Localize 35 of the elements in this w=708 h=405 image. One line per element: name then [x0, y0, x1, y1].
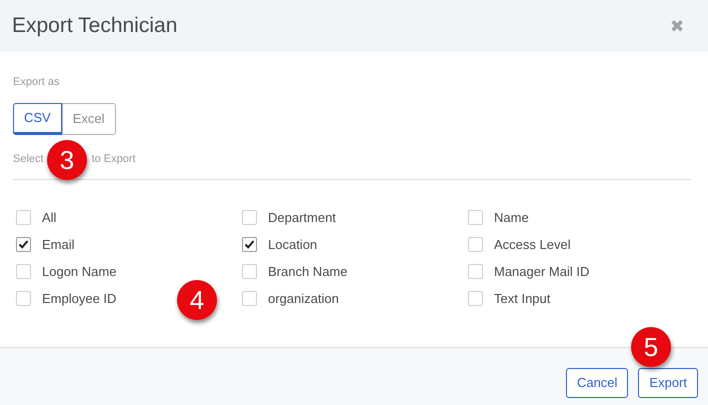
field-label: Email: [42, 236, 75, 254]
checkbox[interactable]: [242, 210, 257, 225]
format-tab[interactable]: Excel: [62, 102, 116, 134]
checkbox[interactable]: [468, 210, 483, 225]
format-tab[interactable]: CSV: [13, 102, 62, 134]
field-label: organization: [268, 290, 339, 308]
field-label: Access Level: [494, 236, 571, 254]
field-label: Manager Mail ID: [494, 262, 590, 281]
dialog-button[interactable]: Cancel: [566, 368, 628, 398]
step-badge: 5: [631, 327, 671, 367]
field-label: Location: [268, 236, 318, 254]
checkbox[interactable]: [468, 291, 483, 306]
step-badge: 4: [177, 280, 217, 320]
dialog-title: Export Technician: [12, 13, 178, 40]
field-label: All: [42, 208, 56, 227]
section-label: to Export: [92, 152, 136, 166]
field-label: Name: [494, 208, 529, 227]
field-label: Department: [268, 208, 336, 227]
checkbox[interactable]: [468, 237, 483, 252]
checkbox[interactable]: [16, 291, 31, 306]
checkbox[interactable]: [242, 291, 257, 306]
checkbox[interactable]: [468, 264, 483, 279]
section-label: Select: [13, 152, 44, 166]
field-label: Text Input: [494, 290, 550, 308]
checkbox[interactable]: [16, 264, 31, 279]
field-label: Branch Name: [268, 262, 348, 281]
dialog-button[interactable]: Export: [638, 368, 698, 398]
checkbox[interactable]: [16, 237, 31, 252]
field-label: Employee ID: [42, 290, 116, 308]
step-badge: 3: [47, 140, 87, 180]
checkbox[interactable]: [242, 264, 257, 279]
checkbox[interactable]: [16, 210, 31, 225]
export-as-label: Export as: [13, 75, 60, 90]
field-label: Logon Name: [42, 262, 116, 281]
checkbox[interactable]: [242, 237, 257, 252]
